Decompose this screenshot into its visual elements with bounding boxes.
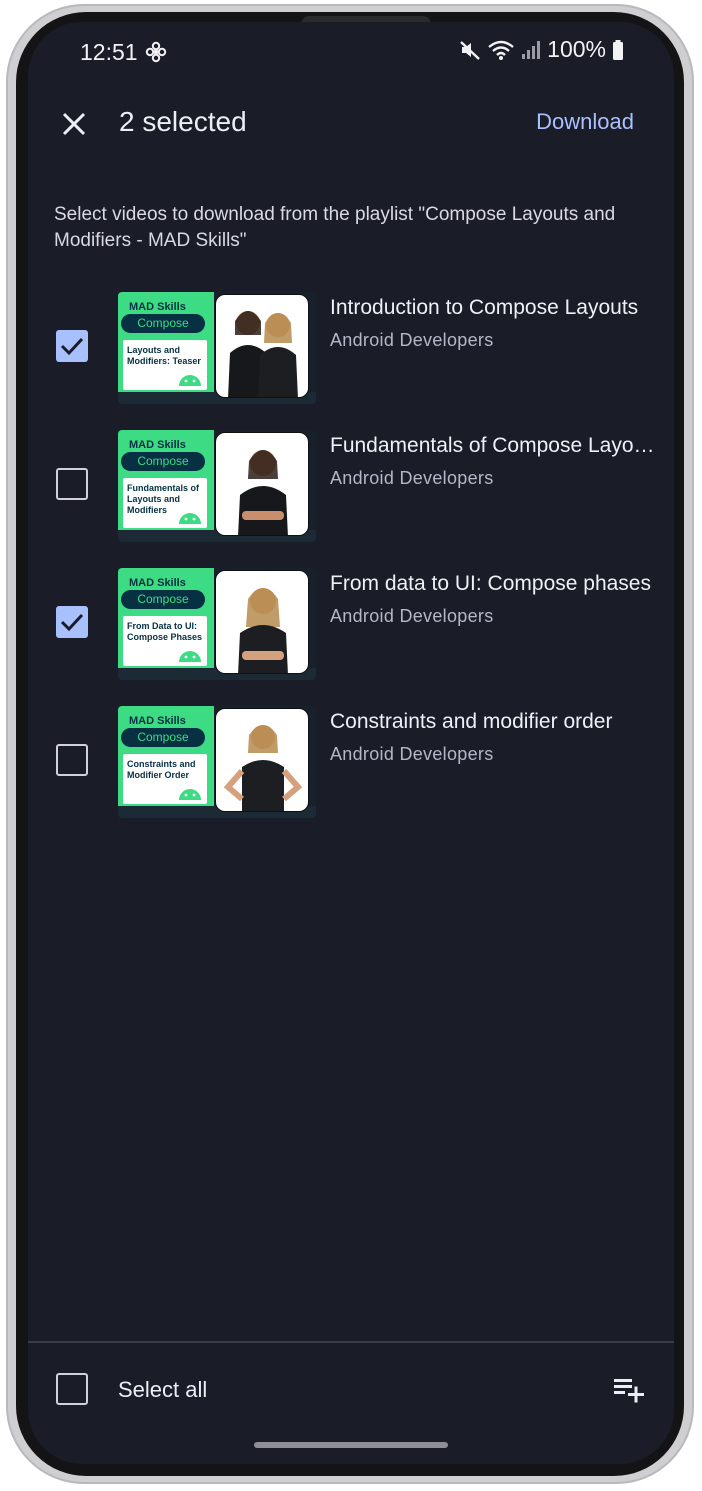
presenter-photo xyxy=(215,708,309,812)
presenter-figure xyxy=(238,588,288,673)
video-checkbox[interactable] xyxy=(56,330,88,362)
thumbnail-panel: MAD Skills Compose From Data to UI: Comp… xyxy=(118,568,214,668)
status-icons: 100% xyxy=(459,36,624,63)
presenter-photo xyxy=(215,294,309,398)
video-row[interactable]: MAD Skills Compose From Data to UI: Comp… xyxy=(28,568,674,680)
thumbnail-brand: MAD Skills xyxy=(129,715,186,727)
thumbnail-card: Layouts and Modifiers: Teaser xyxy=(123,340,207,390)
battery-percent: 100% xyxy=(547,36,606,62)
thumbnail-series: Compose xyxy=(121,314,205,333)
download-button[interactable]: Download xyxy=(536,109,634,135)
video-thumbnail[interactable]: MAD Skills Compose From Data to UI: Comp… xyxy=(118,568,316,680)
video-thumbnail[interactable]: MAD Skills Compose Fundamentals of Layou… xyxy=(118,430,316,542)
checkmark-icon xyxy=(60,613,84,632)
video-thumbnail[interactable]: MAD Skills Compose Constraints and Modif… xyxy=(118,706,316,818)
thumbnail-panel: MAD Skills Compose Constraints and Modif… xyxy=(118,706,214,806)
video-checkbox[interactable] xyxy=(56,468,88,500)
video-title: Introduction to Compose Layouts xyxy=(330,296,639,319)
android-icon xyxy=(179,651,201,662)
close-icon[interactable] xyxy=(56,106,92,142)
video-row[interactable]: MAD Skills Compose Fundamentals of Layou… xyxy=(28,430,674,542)
battery-icon xyxy=(613,39,623,60)
video-channel: Android Developers xyxy=(330,330,494,350)
presenter-photo xyxy=(215,570,309,674)
video-channel: Android Developers xyxy=(330,468,494,488)
android-icon xyxy=(179,375,201,386)
video-checkbox[interactable] xyxy=(56,744,88,776)
signal-icon xyxy=(522,40,541,59)
thumbnail-panel: MAD Skills Compose Layouts and Modifiers… xyxy=(118,292,214,392)
home-indicator[interactable] xyxy=(254,1442,448,1448)
presenter-figure xyxy=(238,450,288,535)
playlist-add-icon[interactable] xyxy=(612,1374,646,1404)
presenter-figure xyxy=(228,311,298,397)
select-all-label[interactable]: Select all xyxy=(118,1377,207,1403)
thumbnail-series: Compose xyxy=(121,728,205,747)
checkmark-icon xyxy=(60,337,84,356)
presenter-figure xyxy=(223,725,303,811)
video-row[interactable]: MAD Skills Compose Constraints and Modif… xyxy=(28,706,674,818)
presenter-photo xyxy=(215,432,309,536)
select-all-checkbox[interactable] xyxy=(56,1373,88,1405)
playlist-description: Select videos to download from the playl… xyxy=(54,204,616,251)
wifi-icon xyxy=(488,40,514,60)
thumbnail-card: From Data to UI: Compose Phases xyxy=(123,616,207,666)
thumbnail-series: Compose xyxy=(121,452,205,471)
app-screen: 12:51 100% 2 selected Download Select vi… xyxy=(28,22,674,1464)
android-icon xyxy=(179,513,201,524)
video-row[interactable]: MAD Skills Compose Layouts and Modifiers… xyxy=(28,292,674,404)
thumbnail-brand: MAD Skills xyxy=(129,439,186,451)
selection-count-title: 2 selected xyxy=(119,106,247,137)
mute-icon xyxy=(460,40,480,60)
video-title: From data to UI: Compose phases xyxy=(330,572,651,595)
video-thumbnail[interactable]: MAD Skills Compose Layouts and Modifiers… xyxy=(118,292,316,404)
video-checkbox[interactable] xyxy=(56,606,88,638)
status-time: 12:51 xyxy=(80,39,138,65)
android-icon xyxy=(179,789,201,800)
thumbnail-caption: From Data to UI: Compose Phases xyxy=(127,621,203,642)
app-bar: 2 selected Download xyxy=(28,92,674,156)
video-channel: Android Developers xyxy=(330,606,494,626)
video-title: Constraints and modifier order xyxy=(330,710,613,733)
bottom-bar: Select all xyxy=(28,1352,674,1428)
thumbnail-brand: MAD Skills xyxy=(129,577,186,589)
fan-icon xyxy=(145,41,167,63)
thumbnail-card: Fundamentals of Layouts and Modifiers xyxy=(123,478,207,528)
status-bar: 12:51 100% xyxy=(28,22,674,84)
thumbnail-caption: Layouts and Modifiers: Teaser xyxy=(127,345,201,366)
thumbnail-caption: Constraints and Modifier Order xyxy=(127,759,196,780)
thumbnail-series: Compose xyxy=(121,590,205,609)
video-channel: Android Developers xyxy=(330,744,494,764)
video-title: Fundamentals of Compose Layouts xyxy=(330,434,656,457)
thumbnail-brand: MAD Skills xyxy=(129,301,186,313)
thumbnail-card: Constraints and Modifier Order xyxy=(123,754,207,804)
thumbnail-panel: MAD Skills Compose Fundamentals of Layou… xyxy=(118,430,214,530)
bottom-divider xyxy=(28,1341,674,1343)
